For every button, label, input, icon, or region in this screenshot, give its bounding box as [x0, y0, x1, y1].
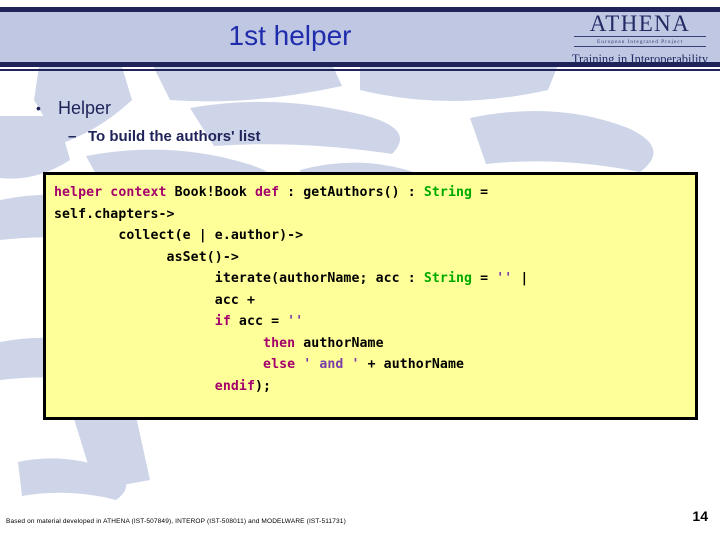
code-block: helper context Book!Book def : getAuthor…: [43, 172, 698, 420]
code-token: if: [214, 314, 231, 329]
code-line: acc +: [54, 290, 695, 312]
logo-tagline: Training in Interoperability: [571, 52, 709, 66]
code-token: : getAuthors() :: [279, 185, 424, 200]
code-line: asSet()->: [54, 247, 695, 269]
code-token: String: [423, 271, 473, 286]
code-token: self.chapters->: [54, 206, 175, 222]
bullet-list: • Helper – To build the authors' list: [0, 96, 720, 147]
code-line: endif);: [54, 376, 695, 398]
code-token: collect(e | e.author)->: [54, 228, 304, 243]
code-text: helper context Book!Book def : getAuthor…: [46, 175, 695, 397]
code-token: =: [472, 271, 497, 286]
code-token: else: [263, 357, 296, 372]
code-token: acc +: [54, 292, 255, 308]
slide-header: 1st helper ATHENA European Integrated Pr…: [0, 0, 720, 72]
code-line: then authorName: [54, 333, 695, 355]
logo-name: ATHENA: [589, 11, 691, 36]
code-line: iterate(authorName; acc : String = '' |: [54, 268, 695, 290]
dash-marker-icon: –: [68, 128, 77, 145]
code-token: '': [287, 314, 304, 329]
code-token: + authorName: [359, 357, 465, 372]
code-token: Book!Book: [174, 185, 255, 200]
header-rule-bottom-thin: [0, 69, 720, 71]
bullet-level1-label: Helper: [58, 98, 112, 118]
code-line: else ' and ' + authorName: [54, 354, 695, 376]
code-line: collect(e | e.author)->: [54, 225, 695, 247]
code-token: '': [496, 271, 513, 286]
code-token: );: [255, 378, 272, 394]
code-line: helper context Book!Book def : getAuthor…: [54, 182, 695, 204]
code-token: endif: [214, 378, 255, 394]
code-line: self.chapters->: [54, 204, 695, 226]
bullet-level2-label: To build the authors' list: [88, 128, 261, 145]
code-token: def: [255, 185, 280, 200]
athena-logo: ATHENA European Integrated Project Train…: [568, 12, 712, 67]
logo-subtitle: European Integrated Project: [574, 36, 706, 47]
code-token: helper context: [54, 185, 175, 200]
page-title: 1st helper: [228, 20, 352, 51]
code-token: then: [263, 335, 296, 351]
bullet-level2: – To build the authors' list: [68, 127, 720, 147]
code-token: String: [423, 185, 473, 200]
code-token: ' and ': [303, 357, 360, 372]
code-token: authorName: [295, 335, 384, 351]
bullet-marker-icon: •: [36, 100, 41, 116]
code-token: acc =: [230, 314, 288, 329]
code-token: |: [512, 271, 529, 286]
code-token: asSet()->: [54, 249, 239, 265]
page-number: 14: [692, 508, 708, 524]
code-token: iterate(authorName; acc :: [54, 271, 424, 286]
code-token: =: [472, 185, 489, 200]
code-line: if acc = '': [54, 311, 695, 333]
bullet-level1: • Helper: [36, 96, 720, 120]
footer-credit: Based on material developed in ATHENA (I…: [6, 518, 346, 525]
